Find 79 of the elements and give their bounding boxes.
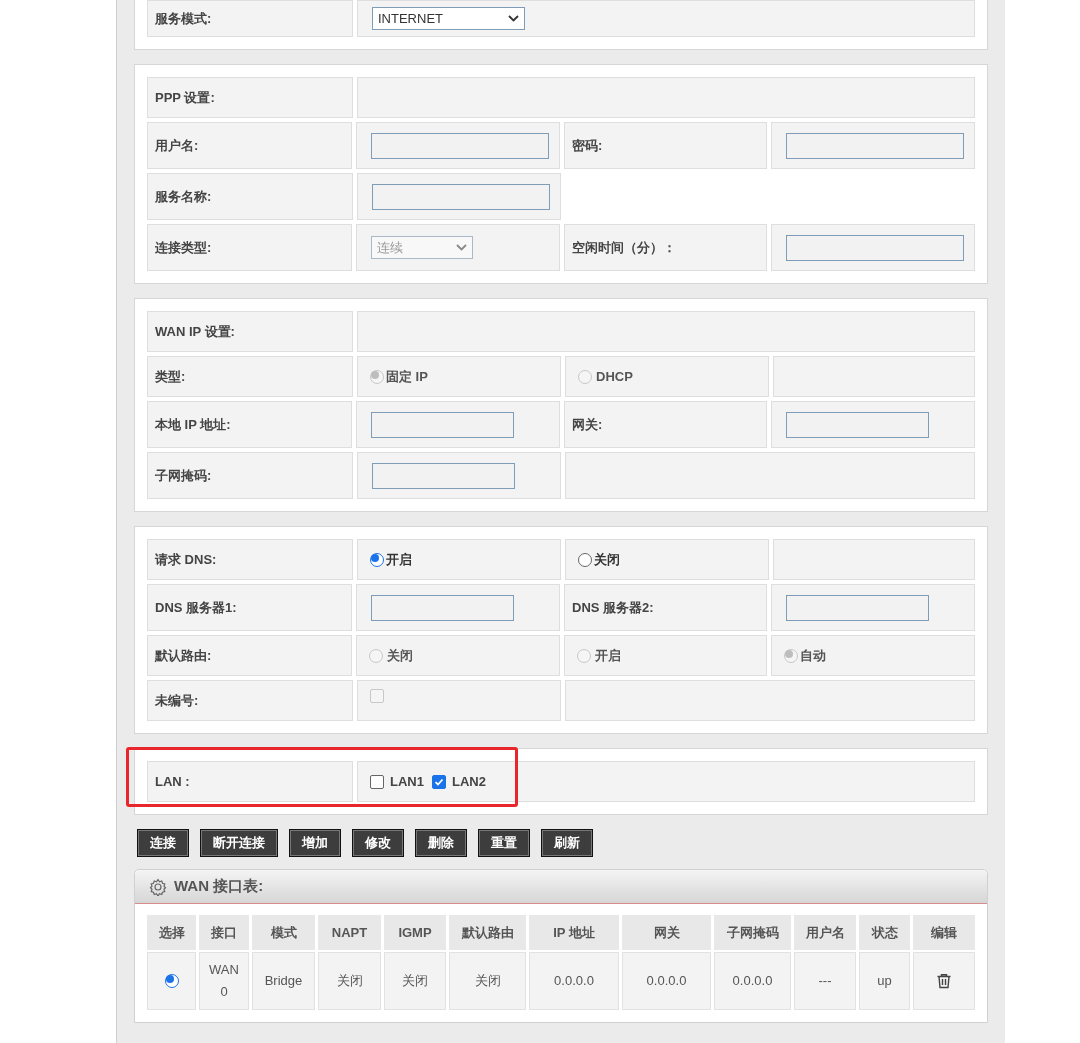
field-label: 服务名称: [147,173,353,220]
gear-icon [149,877,167,896]
column-header: 接口 [199,915,249,950]
column-header: 网关 [622,915,711,950]
input-field[interactable] [786,594,930,621]
column-header: 用户名 [794,915,856,950]
radio-label: 自动 [800,646,827,665]
column-header: 默认路由 [449,915,526,950]
field-label: 用户名: [147,122,353,169]
radio-label: DHCP [596,367,633,386]
dropdown[interactable]: INTERNET [372,7,525,30]
action-button[interactable]: 刷新 [541,829,593,857]
action-button[interactable]: 连接 [137,829,189,857]
table-cell: 关闭 [318,952,381,1010]
column-header: 状态 [859,915,910,950]
table-cell: 关闭 [384,952,446,1010]
radio-button[interactable] [164,974,179,988]
radio-label: 固定 IP [386,367,428,386]
column-header: NAPT [318,915,381,950]
chevron-icon [508,15,519,22]
column-header: IP 地址 [529,915,619,950]
checkbox[interactable] [431,774,446,789]
field-label: WAN IP 设置: [147,311,353,352]
field-label: PPP 设置: [147,77,353,118]
input-field[interactable] [786,132,965,159]
radio-label: 关闭 [594,550,620,569]
radio-label: 关闭 [387,646,414,665]
checkbox[interactable] [370,774,384,789]
field-label: 密码: [564,122,768,169]
action-button[interactable]: 增加 [289,829,341,857]
input-field[interactable] [372,183,550,210]
column-header: 子网掩码 [714,915,791,950]
dropdown-value: INTERNET [378,9,443,28]
radio-button[interactable] [370,552,384,567]
field-label: 本地 IP 地址: [147,401,353,448]
column-header: 编辑 [913,915,975,950]
table-cell: 关闭 [449,952,526,1010]
field-label: 请求 DNS: [147,539,353,580]
input-field[interactable] [372,462,515,489]
radio-button[interactable] [578,552,592,567]
field-label: 未编号: [147,680,353,721]
field-label: 网关: [564,401,768,448]
table-cell: Bridge [252,952,315,1010]
field-label: LAN : [147,761,353,802]
column-header: 模式 [252,915,315,950]
input-field[interactable] [371,411,515,438]
checkmark-icon [433,776,444,787]
table-cell: 0.0.0.0 [529,952,619,1010]
chevron-icon [456,244,468,251]
action-button[interactable]: 断开连接 [200,829,278,857]
input-field[interactable] [786,411,930,438]
field-label: DNS 服务器1: [147,584,353,631]
field-label: 连接类型: [147,224,353,271]
action-button[interactable]: 修改 [352,829,404,857]
field-label: 空闲时间（分）： [564,224,768,271]
field-label: 默认路由: [147,635,353,676]
radio-label: 开启 [595,646,621,665]
table-cell: 0.0.0.0 [714,952,791,1010]
table-cell: up [859,952,910,1010]
checkbox-label: LAN2 [451,772,486,791]
dropdown-value: 连续 [377,238,404,257]
table-cell: --- [794,952,856,1010]
table-cell: WAN 0 [199,952,249,1010]
field-label: 服务模式: [147,0,353,37]
field-label: DNS 服务器2: [564,584,768,631]
checkbox-label: LAN1 [390,772,424,791]
radio-label: 开启 [386,550,412,569]
input-field[interactable] [786,234,965,261]
panel-title: WAN 接口表: [174,876,264,897]
action-button[interactable]: 重置 [478,829,530,857]
input-field[interactable] [371,132,550,159]
column-header: 选择 [147,915,196,950]
column-header: IGMP [384,915,446,950]
input-field[interactable] [371,594,515,621]
action-button[interactable]: 删除 [415,829,467,857]
trash-icon[interactable] [936,973,952,989]
field-label: 类型: [147,356,353,397]
table-cell: 0.0.0.0 [622,952,711,1010]
field-label: 子网掩码: [147,452,353,499]
